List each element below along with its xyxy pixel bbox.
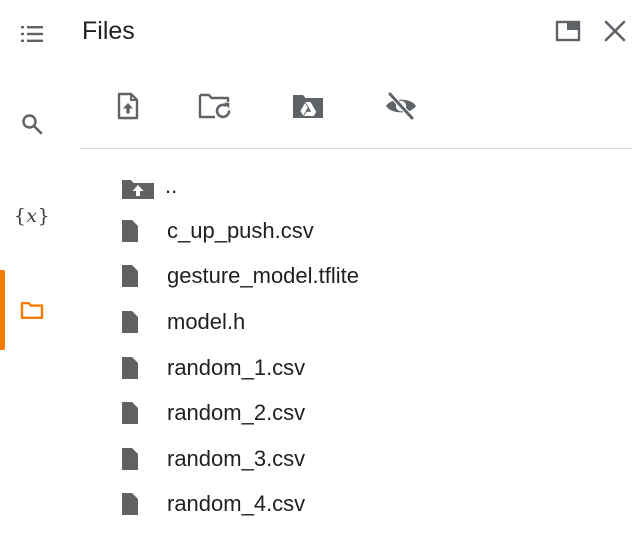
file-icon: [120, 353, 156, 383]
close-panel-button[interactable]: [598, 14, 632, 48]
file-name: random_3.csv: [167, 445, 306, 471]
file-icon: [120, 398, 156, 428]
file-name: model.h: [167, 308, 246, 334]
file-tree: .. c_up_push.csv gesture_model.tflite mo…: [120, 170, 620, 527]
refresh-button[interactable]: [193, 84, 237, 128]
mount-drive-button[interactable]: [286, 84, 330, 128]
file-icon: [120, 307, 156, 337]
toggle-hidden-files-button[interactable]: [379, 84, 423, 128]
table-of-contents-button[interactable]: [0, 6, 64, 62]
files-button[interactable]: [0, 270, 64, 350]
parent-folder-label: ..: [165, 173, 178, 198]
file-name: random_1.csv: [167, 354, 306, 380]
left-rail: {x}: [0, 0, 64, 541]
file-name: random_2.csv: [167, 400, 306, 426]
hide-hidden-files-icon: [386, 92, 416, 120]
upload-button[interactable]: [106, 84, 150, 128]
close-icon: [604, 20, 626, 42]
variables-icon: {x}: [13, 205, 51, 227]
folder-icon: [20, 302, 44, 319]
search-icon: [22, 114, 43, 135]
mount-drive-icon: [293, 95, 323, 118]
folder-up-icon: [120, 174, 156, 204]
panel-title: Files: [82, 17, 135, 45]
file-row-random-3[interactable]: random_3.csv: [120, 436, 620, 482]
file-row-random-1[interactable]: random_1.csv: [120, 345, 620, 391]
files-panel: {x} Files .. c_up_push.csv gesture_model…: [0, 0, 636, 541]
variables-button[interactable]: {x}: [0, 188, 64, 244]
file-name: gesture_model.tflite: [167, 263, 359, 289]
toc-icon: [21, 26, 43, 42]
search-button[interactable]: [0, 96, 64, 152]
file-row-model-h[interactable]: model.h: [120, 299, 620, 345]
file-icon: [120, 444, 156, 474]
expand-icon: [555, 20, 581, 42]
file-icon: [120, 216, 156, 246]
file-row-c-up-push[interactable]: c_up_push.csv: [120, 208, 620, 254]
refresh-folder-icon: [198, 93, 231, 119]
upload-icon: [117, 92, 139, 120]
file-row-gesture-model[interactable]: gesture_model.tflite: [120, 254, 620, 300]
file-icon: [120, 489, 156, 519]
file-name: random_4.csv: [167, 491, 306, 517]
toolbar-divider: [80, 148, 633, 149]
file-icon: [120, 261, 156, 291]
parent-folder-row[interactable]: ..: [120, 170, 620, 208]
expand-panel-button[interactable]: [551, 14, 585, 48]
file-name: c_up_push.csv: [167, 217, 314, 243]
file-row-random-2[interactable]: random_2.csv: [120, 390, 620, 436]
file-row-random-4[interactable]: random_4.csv: [120, 482, 620, 528]
